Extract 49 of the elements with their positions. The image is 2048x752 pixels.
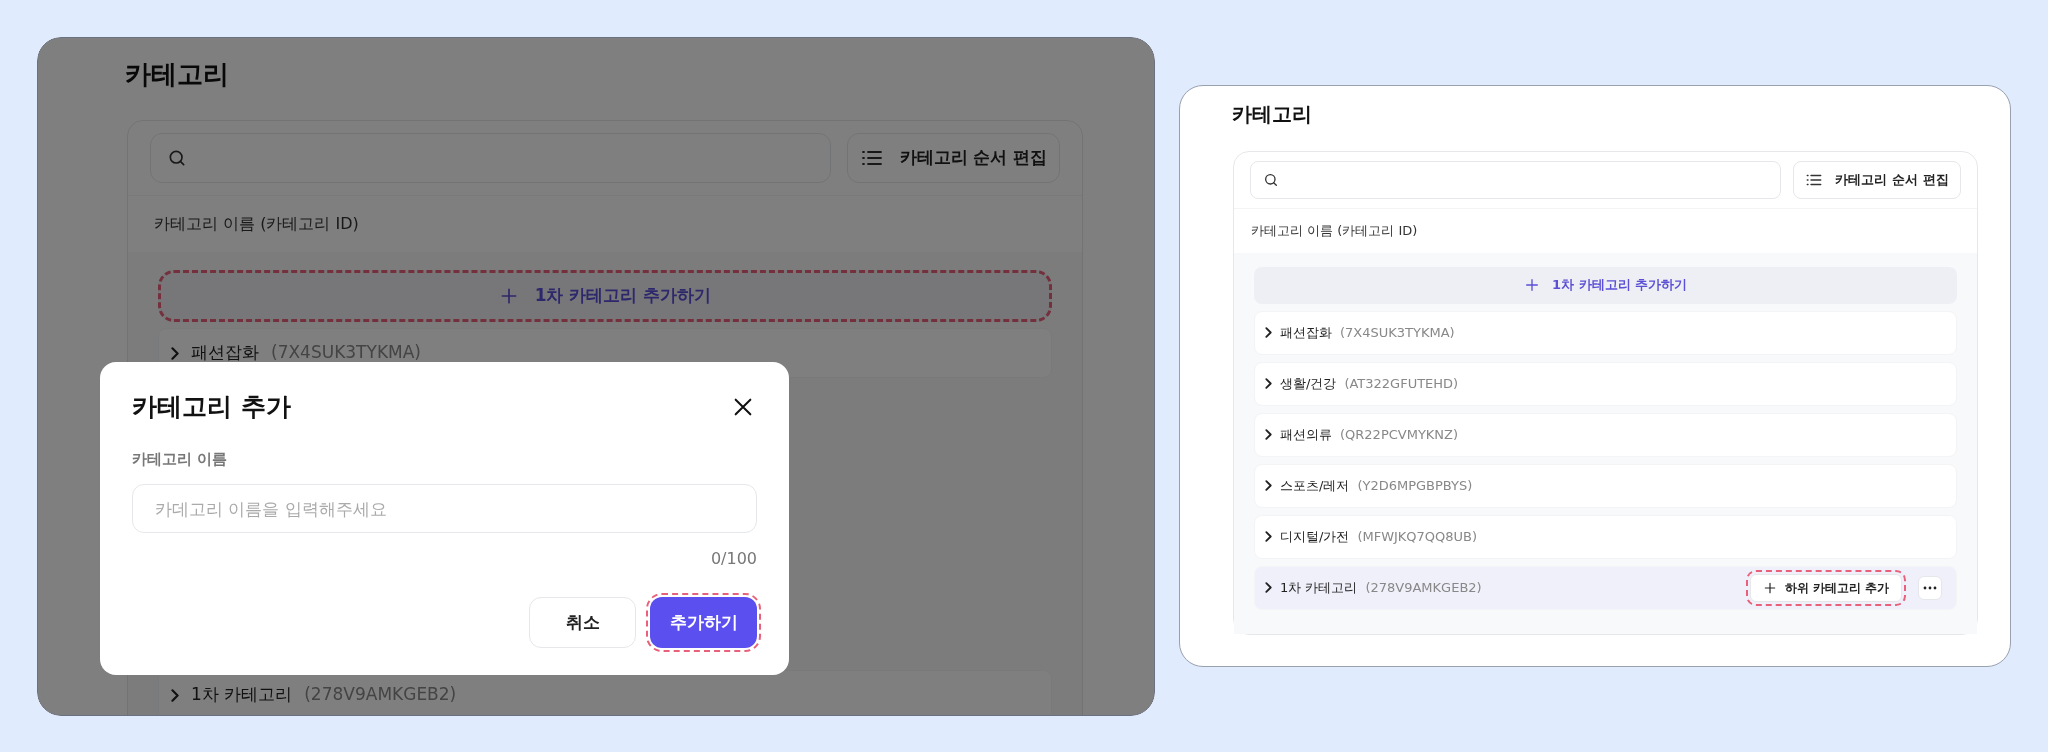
category-row[interactable]: 1차 카테고리 (278V9AMKGEB2) 하위 카테고리 추가 [1254, 565, 1957, 610]
category-row[interactable]: 패션잡화 (7X4SUK3TYKMA) [1254, 310, 1957, 355]
category-row[interactable]: 패션의류 (QR22PCVMYKNZ) [1254, 412, 1957, 457]
page-title: 카테고리 [124, 58, 230, 87]
category-name: 패션잡화 [1280, 323, 1332, 342]
category-name: 패션의류 [1280, 425, 1332, 444]
field-label: 카테고리 이름 [132, 448, 229, 470]
category-row[interactable]: 스포츠/레저 (Y2D6MPGBPBYS) [1254, 463, 1957, 508]
cancel-button[interactable]: 취소 [529, 597, 636, 648]
category-id: (Y2D6MPGBPBYS) [1357, 476, 1473, 495]
chevron-right-icon [171, 688, 179, 702]
category-name: 스포츠/레저 [1280, 476, 1350, 495]
search-field[interactable] [150, 133, 831, 183]
column-header: 카테고리 이름 (카테고리 ID) [1234, 208, 1977, 253]
chevron-right-icon [1265, 531, 1272, 542]
more-icon [1923, 585, 1937, 590]
reorder-button[interactable]: 카테고리 순서 편집 [847, 133, 1060, 183]
category-name: 1차 카테고리 [1280, 578, 1358, 597]
chevron-right-icon [1265, 480, 1272, 491]
plus-icon [1762, 580, 1777, 595]
more-button[interactable] [1918, 575, 1942, 600]
category-id: (QR22PCVMYKNZ) [1340, 425, 1459, 444]
category-name: 디지털/가전 [1280, 527, 1350, 546]
chevron-right-icon [1265, 378, 1272, 389]
plus-icon [1523, 277, 1540, 293]
character-counter: 0/100 [710, 548, 757, 570]
reorder-button[interactable]: 카테고리 순서 편집 [1793, 161, 1961, 199]
category-id: (MFWJKQ7QQ8UB) [1357, 527, 1478, 546]
category-id: (7X4SUK3TYKMA) [271, 341, 421, 365]
chevron-right-icon [1265, 429, 1272, 440]
add-category-button[interactable]: 1차 카테고리 추가하기 [1254, 266, 1957, 304]
chevron-right-icon [171, 346, 179, 360]
search-field[interactable] [1250, 161, 1781, 199]
dialog-title: 카테고리 추가 [132, 391, 291, 423]
search-icon [1263, 172, 1279, 188]
category-name: 생활/건강 [1280, 374, 1337, 393]
category-name: 1차 카테고리 [191, 683, 293, 707]
category-name-field[interactable]: 카데고리 이름을 입력해주세요 [132, 484, 757, 533]
chevron-right-icon [1265, 327, 1272, 338]
chevron-right-icon [1265, 582, 1272, 593]
search-icon [167, 148, 187, 168]
page-title: 카테고리 [1231, 101, 1313, 124]
category-id: (278V9AMKGEB2) [1365, 578, 1482, 597]
category-name: 패션잡화 [191, 341, 259, 365]
category-id: (AT322GFUTEHD) [1344, 374, 1459, 393]
category-id: (278V9AMKGEB2) [304, 683, 457, 707]
category-id: (7X4SUK3TYKMA) [1340, 323, 1455, 342]
category-row[interactable]: 생활/건강 (AT322GFUTEHD) [1254, 361, 1957, 406]
category-row[interactable]: 디지털/가전 (MFWJKQ7QQ8UB) [1254, 514, 1957, 559]
